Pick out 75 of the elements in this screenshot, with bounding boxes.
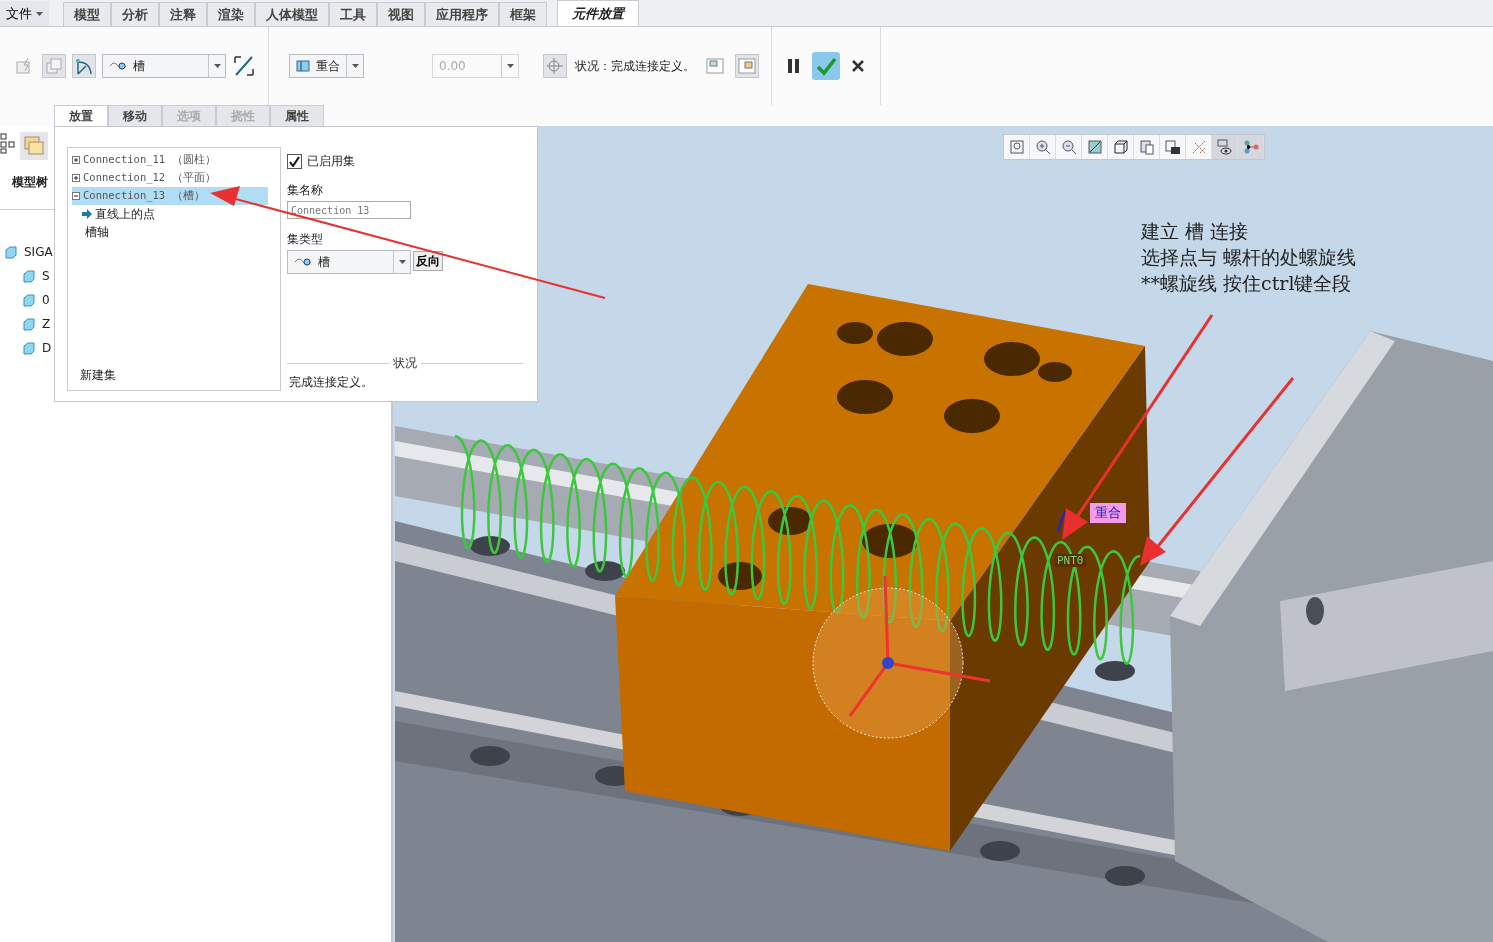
- expand-icon[interactable]: [72, 156, 80, 164]
- annotation-text: 建立 槽 连接: [1141, 219, 1250, 244]
- tree-item[interactable]: S: [42, 269, 50, 283]
- status-text: 状况：完成连接定义。: [575, 57, 695, 75]
- annotation-text: **螺旋线 按住ctrl键全段: [1141, 271, 1353, 296]
- ribbon-tab[interactable]: 工具: [329, 2, 378, 26]
- panel-tab[interactable]: 移动: [108, 105, 162, 126]
- checkmark-icon[interactable]: [812, 52, 840, 80]
- checkbox-label: 已启用集: [307, 153, 355, 170]
- part-icon: [22, 269, 36, 283]
- ribbon-tab[interactable]: 分析: [111, 2, 160, 26]
- caret-icon: [398, 260, 406, 264]
- ribbon-tab[interactable]: 人体模型: [255, 2, 330, 26]
- panel-tab[interactable]: 属性: [270, 105, 324, 126]
- tree-item[interactable]: D: [42, 341, 52, 355]
- set-name-field[interactable]: Connection_13: [287, 201, 411, 219]
- ribbon-tab[interactable]: 渲染: [207, 2, 256, 26]
- model-tree-label: 模型树: [11, 174, 49, 191]
- constraint-item[interactable]: 槽轴: [85, 223, 109, 241]
- slot-icon: [109, 60, 127, 72]
- status-heading: 状况: [393, 355, 417, 372]
- caret-icon: [213, 64, 221, 68]
- constraint-dropdown[interactable]: 重合: [289, 54, 364, 78]
- cube-icon: [1112, 139, 1129, 155]
- crosshair-icon[interactable]: [543, 54, 567, 78]
- connection-type-dropdown[interactable]: 槽: [102, 54, 226, 78]
- connection-icon: [1242, 139, 1259, 155]
- constraint-callout: 重合: [1090, 503, 1126, 523]
- constraint-item[interactable]: 直线上的点: [95, 205, 155, 223]
- zoom-out-icon: [1060, 139, 1077, 155]
- connection-set[interactable]: Connection_12 （平面）: [72, 169, 268, 187]
- window-icon[interactable]: [735, 54, 759, 78]
- repaint-icon: [1086, 139, 1103, 155]
- ribbon-tab[interactable]: 框架: [499, 2, 548, 26]
- flip-button[interactable]: 反向: [413, 251, 443, 271]
- part-icon: [4, 245, 18, 259]
- arc-icon[interactable]: [72, 54, 96, 78]
- ribbon-tab[interactable]: 模型: [63, 2, 112, 26]
- tree-item[interactable]: SIGA: [24, 245, 53, 259]
- ribbon-tab[interactable]: 视图: [377, 2, 426, 26]
- ribbon-tab[interactable]: 注释: [159, 2, 208, 26]
- ribbon-tab[interactable]: 元件放置: [557, 0, 640, 26]
- caret-icon: [351, 64, 359, 68]
- part-icon: [22, 341, 36, 355]
- panel-tab[interactable]: 放置: [54, 105, 108, 126]
- datum-icon: [1190, 139, 1207, 155]
- collapse-icon[interactable]: [72, 192, 80, 200]
- set-type-dropdown[interactable]: 槽: [287, 250, 411, 274]
- tree-item[interactable]: 0: [42, 293, 50, 307]
- enabled-checkbox[interactable]: [287, 154, 302, 169]
- point-label: PNT0: [1055, 554, 1086, 567]
- slot-icon: [294, 256, 312, 268]
- new-set-link[interactable]: 新建集: [72, 367, 280, 390]
- expand-icon[interactable]: [72, 174, 80, 182]
- connection-set[interactable]: Connection_13 （槽）: [72, 187, 268, 205]
- camera-icon: [1164, 139, 1181, 155]
- caret-icon: [506, 64, 514, 68]
- field-label: 集类型: [287, 231, 324, 248]
- tree-icon[interactable]: [0, 132, 16, 154]
- refit-icon: [1008, 139, 1025, 155]
- ribbon-tab[interactable]: 应用程序: [425, 2, 500, 26]
- part-icon: [22, 293, 36, 307]
- eye-icon: [1216, 139, 1233, 155]
- connection-set[interactable]: Connection_11 （圆柱）: [72, 151, 268, 169]
- flip-arrows-icon[interactable]: [232, 54, 256, 78]
- coincident-icon: [296, 60, 310, 72]
- annotation-text: 选择点与 螺杆的处螺旋线: [1141, 245, 1357, 270]
- zoom-in-icon: [1034, 139, 1051, 155]
- views-icon: [1138, 139, 1155, 155]
- tree-item[interactable]: Z: [42, 317, 51, 331]
- field-label: 集名称: [287, 182, 324, 199]
- part-icon: [22, 317, 36, 331]
- file-menu[interactable]: 文件: [0, 1, 50, 26]
- status-message: 完成连接定义。: [288, 374, 374, 391]
- caret-icon: [36, 11, 44, 16]
